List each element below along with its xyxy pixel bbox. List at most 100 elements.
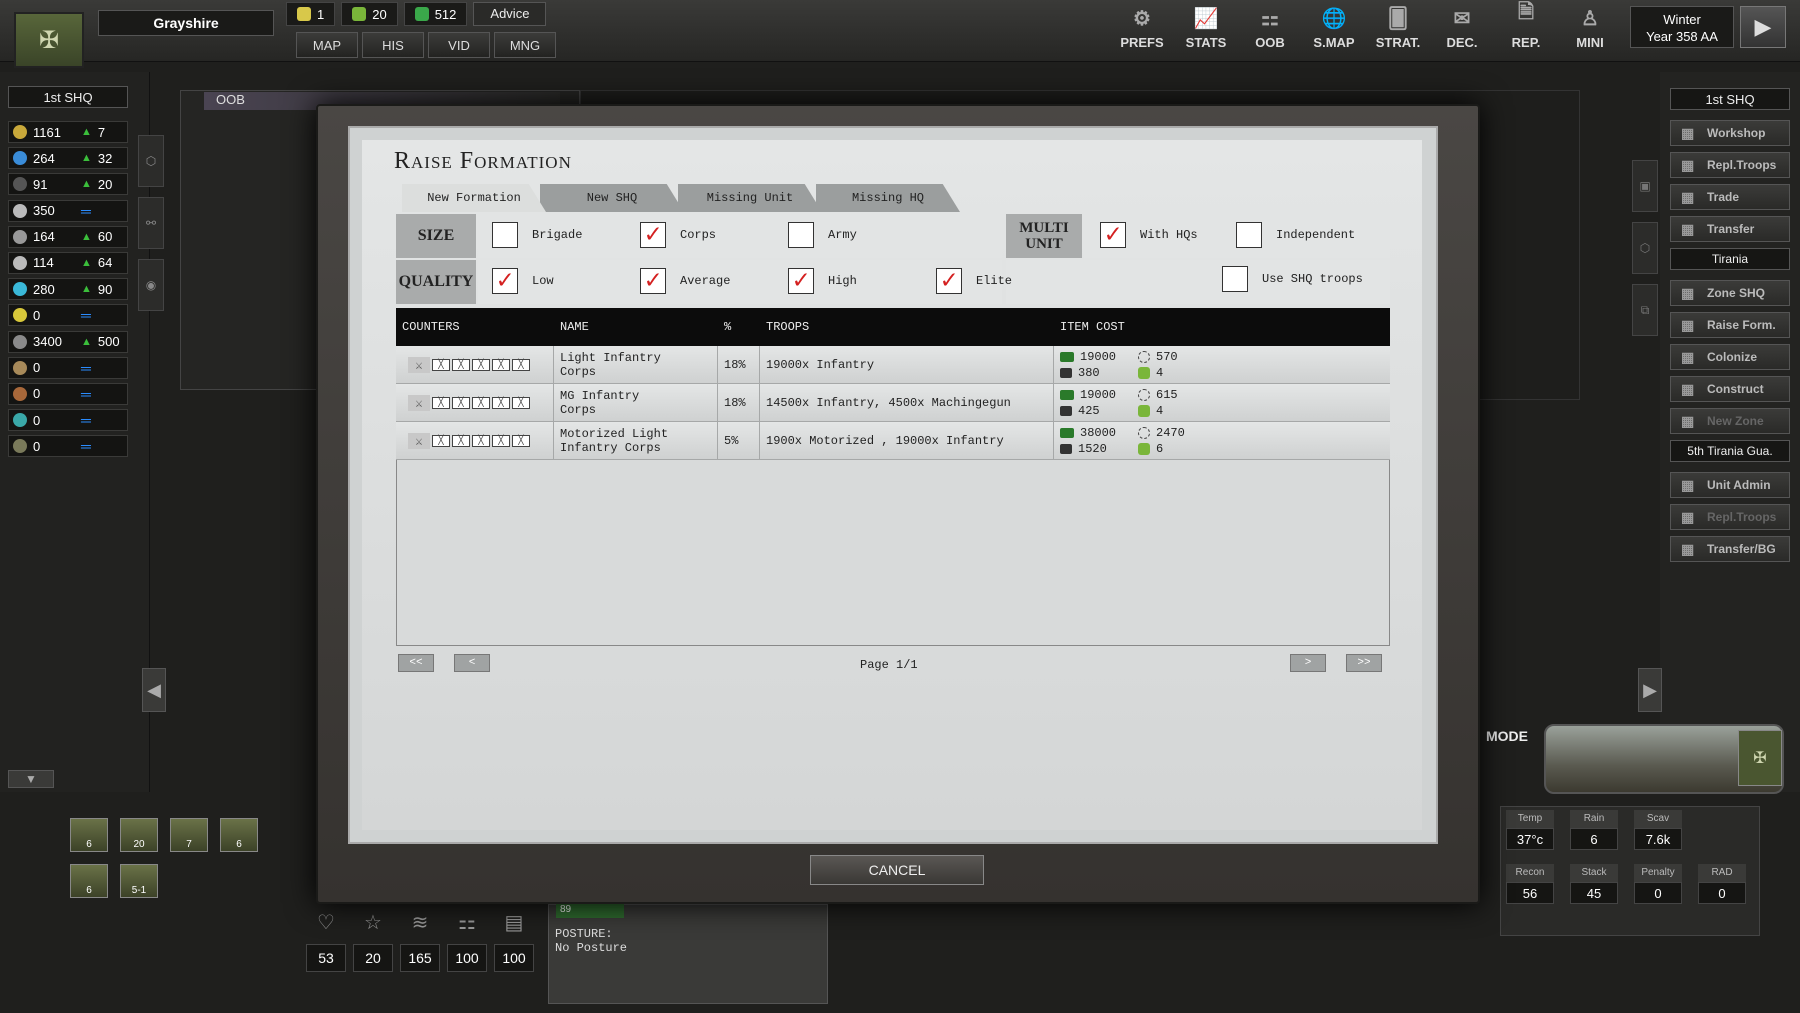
action-repl-troops[interactable]: ▦ Repl.Troops: [1670, 152, 1790, 178]
quality-high-checkbox[interactable]: ✓: [788, 268, 814, 294]
action-raise-form-[interactable]: ▦ Raise Form.: [1670, 312, 1790, 338]
left-side-tabs: ⬡ ⚯ ◉: [138, 135, 164, 321]
quality-low-checkbox[interactable]: ✓: [492, 268, 518, 294]
infantry-icon: ╳: [432, 359, 450, 371]
tab-missing-unit[interactable]: Missing Unit: [678, 184, 822, 212]
admin-icon: ▦: [1681, 476, 1695, 493]
first-page-button[interactable]: <<: [398, 654, 434, 672]
menu-stats[interactable]: 📈 STATS: [1174, 0, 1238, 56]
scroll-left-arrow-icon[interactable]: ◀: [142, 668, 166, 712]
action-label: Repl.Troops: [1707, 158, 1777, 172]
box-icon[interactable]: ⬡: [1632, 222, 1658, 274]
unit-counter[interactable]: 6: [70, 864, 108, 898]
action-construct[interactable]: ▦ Construct: [1670, 376, 1790, 402]
quality-elite-option[interactable]: ✓ Elite: [936, 268, 1046, 294]
left-hq-title[interactable]: 1st SHQ: [8, 86, 128, 108]
hex-info-label: Rain: [1570, 810, 1618, 828]
column-header-troops: TROOPS: [766, 320, 810, 334]
last-page-button[interactable]: >>: [1346, 654, 1382, 672]
prev-page-button[interactable]: <: [454, 654, 490, 672]
square-icon[interactable]: ▣: [1632, 160, 1658, 212]
menu-dec[interactable]: ✉ DEC.: [1430, 0, 1494, 56]
collapse-down-arrow-icon[interactable]: ▼: [8, 770, 54, 788]
tab-new-formation[interactable]: New Formation: [402, 184, 546, 212]
resource-delta: 32: [97, 150, 113, 166]
chem-icon: [13, 413, 27, 428]
size-corps-checkbox[interactable]: ✓: [640, 222, 666, 248]
menu-prefs[interactable]: ⚙ PREFS: [1110, 0, 1174, 56]
quality-elite-checkbox[interactable]: ✓: [936, 268, 962, 294]
top-menu: ⚙ PREFS 📈 STATS ⚏ OOB 🌐 S.MAP 🂠 STRAT. ✉ DEC. 🗎 REP. ♙…: [1110, 0, 1622, 56]
name-line-1: Motorized Light: [560, 427, 669, 441]
resource-value: 1: [317, 6, 325, 22]
use-shq-troops-checkbox[interactable]: [1222, 266, 1248, 292]
infantry-icon: ╳: [492, 397, 510, 409]
branch-icon[interactable]: ⚯: [138, 197, 164, 249]
faction-emblem-icon[interactable]: ✠: [14, 12, 84, 68]
action-trade[interactable]: ▦ Trade: [1670, 184, 1790, 210]
action-transfer-bg[interactable]: ▦ Transfer/BG: [1670, 536, 1790, 562]
size-brigade-checkbox[interactable]: [492, 222, 518, 248]
multi-independent-checkbox[interactable]: [1236, 222, 1262, 248]
resource-value: 164: [33, 229, 55, 245]
nav-tab-map[interactable]: MAP: [296, 32, 358, 58]
nav-tab-mng[interactable]: MNG: [494, 32, 556, 58]
menu-mini[interactable]: ♙ MINI: [1558, 0, 1622, 56]
action-transfer[interactable]: ▦ Transfer: [1670, 216, 1790, 242]
resource-row: 0 ═: [8, 435, 128, 458]
size-army-option[interactable]: Army: [788, 222, 898, 248]
multi-independent-option[interactable]: Independent: [1236, 222, 1355, 248]
unit-counter[interactable]: 20: [120, 818, 158, 852]
size-brigade-option[interactable]: Brigade: [492, 222, 602, 248]
unit-name[interactable]: 5th Tirania Gua.: [1670, 440, 1790, 462]
quality-average-option[interactable]: ✓ Average: [640, 268, 750, 294]
scroll-right-arrow-icon[interactable]: ▶: [1638, 668, 1662, 712]
unit-counter[interactable]: 5-1: [120, 864, 158, 898]
quality-low-option[interactable]: ✓ Low: [492, 268, 602, 294]
resource-value: 0: [33, 438, 41, 454]
next-page-button[interactable]: >: [1290, 654, 1326, 672]
menu-oob[interactable]: ⚏ OOB: [1238, 0, 1302, 56]
multi-with-hqs-option[interactable]: ✓ With HQs: [1100, 222, 1210, 248]
unit-counter[interactable]: 7: [170, 818, 208, 852]
quality-high-option[interactable]: ✓ High: [788, 268, 898, 294]
menu-smap[interactable]: 🌐 S.MAP: [1302, 0, 1366, 56]
use-shq-troops-option[interactable]: Use SHQ troops: [1222, 266, 1363, 292]
end-turn-button[interactable]: ▶: [1740, 6, 1786, 48]
table-row[interactable]: ⚔ ╳ ╳ ╳ ╳ ╳ Motorized Light Infantry Corps 5% 190…: [396, 422, 1390, 460]
tab-missing-hq[interactable]: Missing HQ: [816, 184, 960, 212]
action-workshop[interactable]: ▦ Workshop: [1670, 120, 1790, 146]
copy-icon[interactable]: ⧉: [1632, 284, 1658, 336]
size-army-checkbox[interactable]: [788, 222, 814, 248]
menu-rep[interactable]: 🗎 REP.: [1494, 0, 1558, 56]
action-zone-shq[interactable]: ▦ Zone SHQ: [1670, 280, 1790, 306]
action-unit-admin[interactable]: ▦ Unit Admin: [1670, 472, 1790, 498]
option-label: Army: [828, 228, 857, 242]
unit-counter[interactable]: 6: [70, 818, 108, 852]
unit-counter[interactable]: 6: [220, 818, 258, 852]
table-row[interactable]: ⚔ ╳ ╳ ╳ ╳ ╳ MG Infantry Corps 18% 14500x Infantry…: [396, 384, 1390, 422]
right-hq-title[interactable]: 1st SHQ: [1670, 88, 1790, 110]
advice-button[interactable]: Advice: [473, 2, 547, 26]
tab-new-shq[interactable]: New SHQ: [540, 184, 684, 212]
cancel-button[interactable]: CANCEL: [810, 855, 984, 885]
nav-tab-his[interactable]: HIS: [362, 32, 424, 58]
item-costs: 19000 570 380 4: [1060, 350, 1198, 380]
soldier-icon: [1138, 443, 1150, 455]
trade-icon: ▦: [1681, 188, 1695, 205]
action-colonize[interactable]: ▦ Colonize: [1670, 344, 1790, 370]
cube-icon[interactable]: ⬡: [138, 135, 164, 187]
target-icon[interactable]: ◉: [138, 259, 164, 311]
table-row[interactable]: ⚔ ╳ ╳ ╳ ╳ ╳ Light Infantry Corps 18% 19000x Infan…: [396, 346, 1390, 384]
nav-tab-vid[interactable]: VID: [428, 32, 490, 58]
quality-average-checkbox[interactable]: ✓: [640, 268, 666, 294]
multi-with-hqs-checkbox[interactable]: ✓: [1100, 222, 1126, 248]
menu-strat[interactable]: 🂠 STRAT.: [1366, 0, 1430, 56]
resource-value: 350: [33, 203, 55, 219]
gear-icon: ⚙: [1133, 8, 1151, 30]
size-corps-option[interactable]: ✓ Corps: [640, 222, 750, 248]
troops-icon: ▦: [1681, 156, 1695, 173]
resource-value: 1161: [33, 124, 61, 140]
soldier-icon: [1138, 367, 1150, 379]
zone-name[interactable]: Tirania: [1670, 248, 1790, 270]
